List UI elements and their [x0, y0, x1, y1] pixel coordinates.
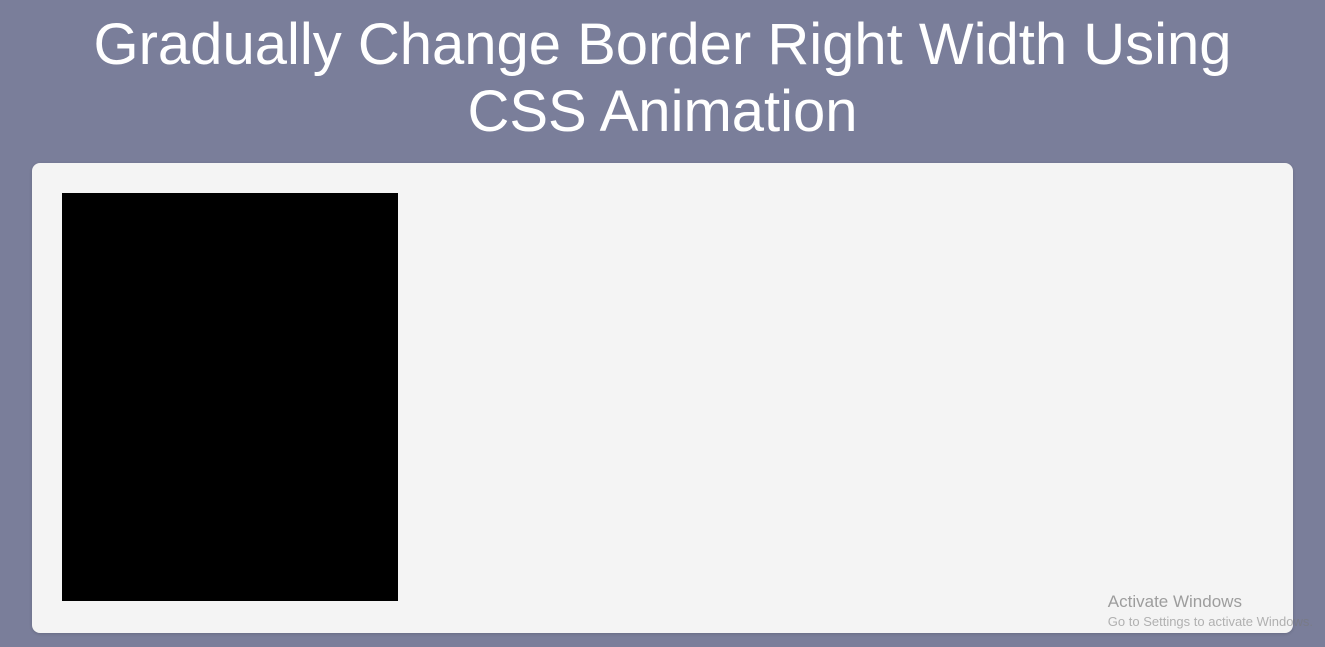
- watermark-subtitle: Go to Settings to activate Windows.: [1108, 614, 1313, 629]
- page-title: Gradually Change Border Right Width Usin…: [0, 0, 1325, 153]
- animation-demo-box: [62, 193, 398, 601]
- content-panel: [32, 163, 1293, 633]
- windows-activation-watermark: Activate Windows Go to Settings to activ…: [1108, 592, 1313, 629]
- watermark-title: Activate Windows: [1108, 592, 1313, 612]
